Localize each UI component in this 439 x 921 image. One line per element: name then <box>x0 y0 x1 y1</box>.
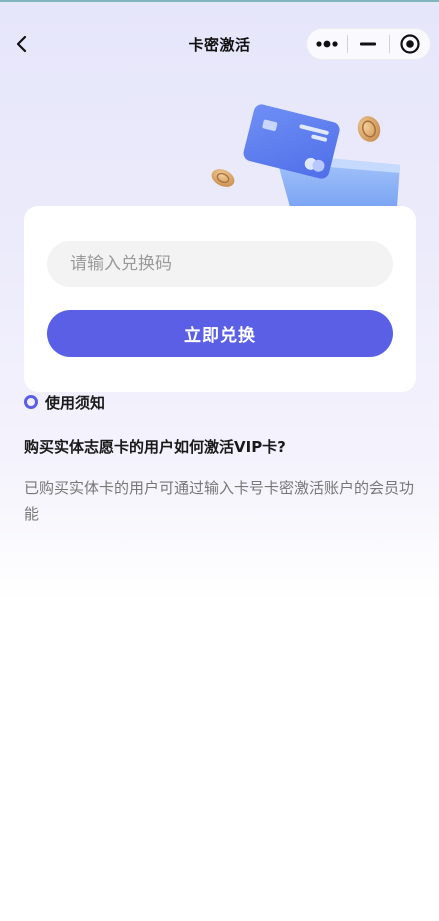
minimize-button[interactable] <box>348 29 388 59</box>
notice-question: 购买实体志愿卡的用户如何激活VIP卡? <box>24 438 286 456</box>
bullet-circle-icon <box>24 395 38 409</box>
mini-program-capsule <box>306 28 431 60</box>
top-edge-line <box>0 0 439 2</box>
redeem-card: 立即兑换 <box>24 206 416 392</box>
redeem-button[interactable]: 立即兑换 <box>47 310 393 357</box>
notice-answer: 已购买实体卡的用户可通过输入卡号卡密激活账户的会员功能 <box>24 479 415 523</box>
close-button[interactable] <box>390 29 430 59</box>
notice-title: 使用须知 <box>45 393 106 412</box>
minimize-icon <box>360 42 377 46</box>
card-coins-illustration <box>211 104 400 207</box>
page-background: 卡密激活 请输入兑换码 立即兑换 使用须知 购买实体志愿卡的用户如何激活VIP卡… <box>0 0 439 921</box>
notice-header: 使用须知 <box>24 390 105 414</box>
target-circle-icon <box>400 34 420 54</box>
more-dots-icon <box>316 40 338 48</box>
more-button[interactable] <box>307 29 347 59</box>
redeem-code-input[interactable] <box>47 241 393 287</box>
